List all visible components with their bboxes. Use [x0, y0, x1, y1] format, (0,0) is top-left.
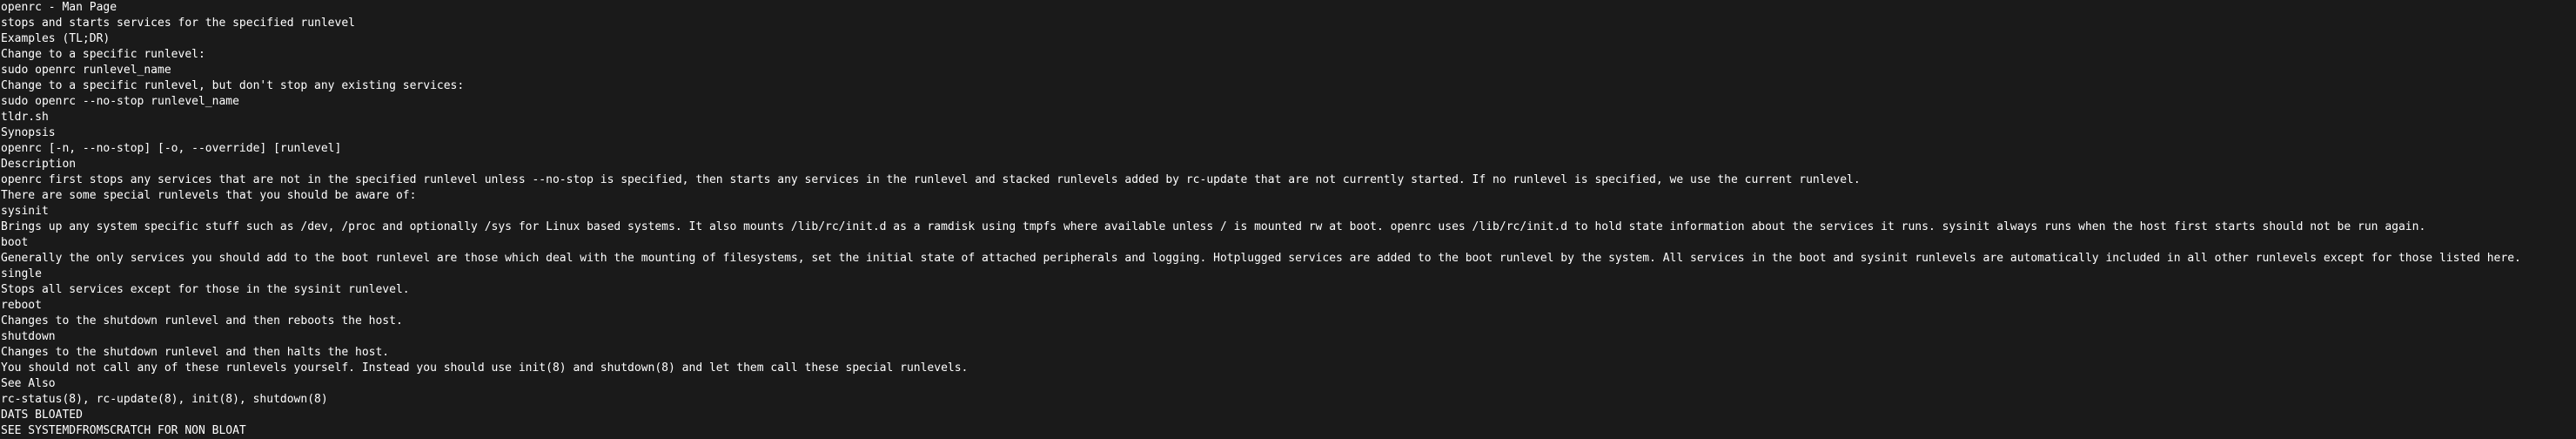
runlevel-definition: Changes to the shutdown runlevel and the…	[1, 346, 390, 359]
synopsis-text: openrc [-n, --no-stop] [-o, --override] …	[1, 142, 342, 155]
footer-note: DATS BLOATED	[1, 409, 83, 422]
description-paragraph: You should not call any of these runleve…	[1, 361, 969, 375]
runlevel-definition: Brings up any system specific stuff such…	[1, 220, 2426, 233]
runlevel-definition: Stops all services except for those in t…	[1, 283, 410, 296]
example-command: sudo openrc --no-stop runlevel_name	[1, 95, 239, 108]
source-label: tldr.sh	[1, 111, 49, 124]
runlevel-term-reboot: reboot	[1, 299, 42, 312]
see-also-references: rc-status(8), rc-update(8), init(8), shu…	[1, 393, 328, 406]
man-page-text: openrc - Man Page stops and starts servi…	[0, 0, 2576, 439]
runlevel-definition: Generally the only services you should a…	[1, 252, 2521, 265]
description-paragraph: There are some special runlevels that yo…	[1, 189, 417, 202]
example-command: sudo openrc runlevel_name	[1, 64, 171, 77]
runlevel-definition: Changes to the shutdown runlevel and the…	[1, 314, 403, 328]
example-description: Change to a specific runlevel:	[1, 48, 205, 61]
runlevel-term-sysinit: sysinit	[1, 205, 49, 218]
runlevel-term-shutdown: shutdown	[1, 330, 56, 343]
runlevel-term-single: single	[1, 267, 42, 280]
footer-note: SEE SYSTEMDFROMSCRATCH FOR NON BLOAT	[1, 424, 246, 437]
page-subtitle: stops and starts services for the specif…	[1, 17, 355, 30]
page-title: openrc - Man Page	[1, 1, 117, 14]
example-description: Change to a specific runlevel, but don't…	[1, 79, 465, 92]
section-heading-description: Description	[1, 158, 77, 171]
description-paragraph: openrc first stops any services that are…	[1, 173, 1861, 186]
section-heading-see-also: See Also	[1, 377, 56, 390]
section-heading-examples: Examples (TL;DR)	[1, 32, 111, 45]
section-heading-synopsis: Synopsis	[1, 126, 56, 139]
runlevel-term-boot: boot	[1, 236, 29, 249]
